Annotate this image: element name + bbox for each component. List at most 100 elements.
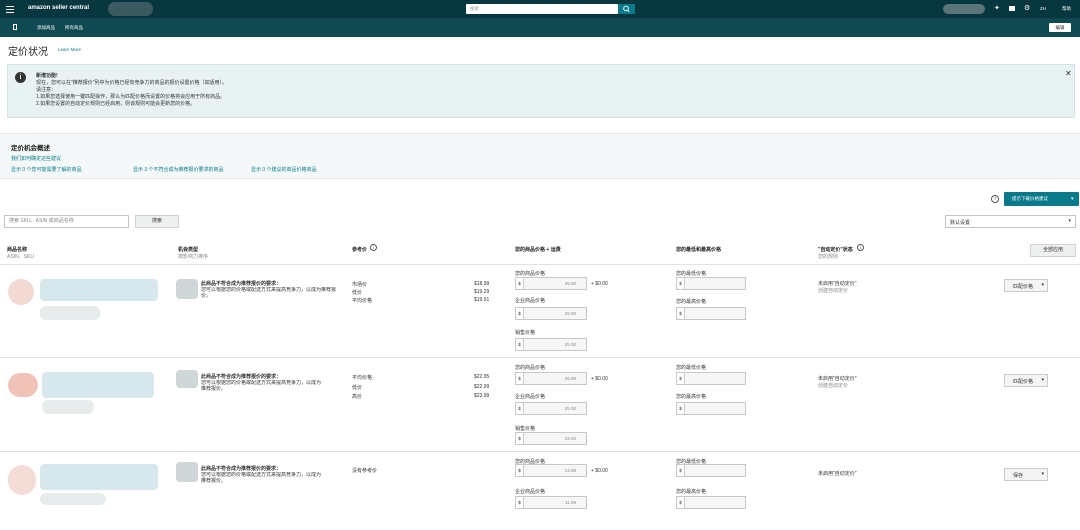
dollar-sign: $ [677, 497, 685, 508]
table-row: 此商品不符合成为推荐报价的要求： 您可以根据您的价格或配送方式来提高竞争力，以成… [0, 452, 1080, 530]
ref-label: 平均价格 [352, 375, 373, 381]
product-title-link[interactable] [42, 372, 154, 398]
product-image[interactable] [8, 279, 34, 305]
business-price-label: 企业商品价格 [515, 489, 546, 495]
business-price-input[interactable]: $25.00 [515, 307, 587, 320]
bookmark-icon[interactable] [13, 24, 17, 30]
price-input[interactable]: $14.99 [515, 464, 587, 477]
sale-price-value: 25.00 [564, 342, 576, 347]
action-select[interactable]: 匹配价格 ▾ [1004, 279, 1048, 292]
dollar-sign: $ [677, 278, 685, 289]
info-icon: i [15, 72, 26, 83]
max-price-label: 您的最高价格 [676, 489, 707, 495]
header-automate: "自动定价"状态 [818, 247, 853, 253]
header-min-max: 您的最低和最高价格 [676, 247, 722, 253]
notice-line: 1.如果您选择使用一键匹配操作，那么为匹配价格而设置的价格将会应用于所有商品。 [36, 94, 226, 100]
automate-status: 未启用"自动定价" [818, 376, 857, 382]
table-header: 商品名称 ASIN、SKU 机会类型 按影响力排序 参考价 i 您的商品价格 +… [0, 238, 1080, 264]
sale-price-label: 销售价格 [515, 330, 536, 336]
max-price-input[interactable]: $ [676, 496, 746, 509]
product-image[interactable] [8, 465, 36, 495]
learn-more-link[interactable]: Learn More [58, 47, 81, 52]
ref-label: 没有参考价 [352, 468, 378, 474]
shipping-text: + $0.00 [591, 468, 608, 474]
help-icon[interactable]: i [991, 195, 999, 203]
sale-price-label: 销售价格 [515, 426, 536, 432]
notice-line: 现在，您可以在"推荐报价"列中为价格已经有竞争力的商品的报价设置价格（如适用）。 [36, 80, 228, 86]
max-price-input[interactable]: $ [676, 307, 746, 320]
table-row: 此商品不符合成为推荐报价的要求： 您可以根据您的价格或配送方式来提高竞争力，以成… [0, 265, 1080, 357]
dollar-sign: $ [516, 465, 524, 476]
subnav-item-all[interactable]: 所有商品 [65, 25, 83, 31]
min-price-input[interactable]: $ [676, 372, 746, 385]
store-selector[interactable] [108, 2, 153, 16]
sub-nav: 添加商品 所有商品 编辑 [0, 18, 1080, 37]
ref-value: $18.99 [474, 281, 490, 287]
download-button[interactable]: 提示下载价格建议 ▾ [1004, 192, 1079, 206]
account-avatar[interactable] [943, 4, 985, 14]
max-price-input[interactable]: $ [676, 402, 746, 415]
action-select[interactable]: 匹配价格 ▾ [1004, 374, 1048, 387]
apply-all-button[interactable]: 全部应用 [1030, 244, 1076, 257]
product-title-link[interactable] [40, 464, 158, 490]
min-price-label: 您的最低价格 [676, 365, 707, 371]
automate-status: 未启用"自动定价" [818, 471, 857, 477]
subnav-item-add[interactable]: 添加商品 [37, 25, 55, 31]
opportunity-desc: 您可以根据您的价格或配送方式来提高竞争力，以成为推荐报价。 [201, 472, 321, 484]
filter-link[interactable]: 显示 3 个不符合成为推荐报价要求的商品 [133, 166, 224, 173]
dollar-sign: $ [516, 308, 524, 319]
ref-label: 市场价 [352, 282, 368, 288]
chevron-down-icon: ▾ [1071, 196, 1074, 202]
min-price-input[interactable]: $ [676, 277, 746, 290]
header-your-price: 您的商品价格 + 运费 [515, 247, 561, 253]
price-value: 14.99 [564, 468, 576, 473]
sale-price-input[interactable]: $25.00 [515, 338, 587, 351]
table-row: 此商品不符合成为推荐报价的要求： 您可以根据您的价格或配送方式来提高竞争力，以成… [0, 358, 1080, 451]
business-price-input[interactable]: $25.00 [515, 402, 587, 415]
table-search-input[interactable]: 搜索 SKU、ASIN 或商品名称 [4, 215, 129, 228]
ref-label: 低价 [352, 290, 363, 296]
price-input[interactable]: $25.99 [515, 372, 587, 385]
action-select-value: 匹配价格 [1013, 284, 1034, 290]
min-price-input[interactable]: $ [676, 464, 746, 477]
ref-label: 低价 [352, 385, 363, 391]
help-link[interactable]: 帮助 [1062, 6, 1071, 12]
sale-price-input[interactable]: $23.00 [515, 432, 587, 445]
filter-link[interactable]: 显示 0 个建议的商品价格商品 [251, 166, 317, 173]
business-price-label: 企业商品价格 [515, 394, 546, 400]
product-title-link[interactable] [40, 279, 158, 301]
edit-nav-button[interactable]: 编辑 [1049, 23, 1071, 32]
close-icon[interactable]: ✕ [1065, 70, 1072, 78]
brand-logo[interactable]: amazon seller central [28, 5, 89, 11]
create-rule-link[interactable]: 创建自动定价 [818, 287, 848, 294]
mail-icon[interactable] [1009, 6, 1015, 11]
filter-link[interactable]: 显示 0 个您可能需要了解的商品 [11, 166, 82, 173]
dollar-sign: $ [677, 308, 685, 319]
overview-help-link[interactable]: 我们如何确定这些建议 [11, 155, 61, 162]
info-icon[interactable]: i [857, 244, 864, 251]
chevron-down-icon: ▾ [1041, 471, 1044, 477]
action-select-value: 匹配价格 [1013, 379, 1034, 385]
dollar-sign: $ [677, 465, 685, 476]
action-select[interactable]: 保存 ▾ [1004, 468, 1048, 481]
price-input[interactable]: $35.00 [515, 277, 587, 290]
product-image[interactable] [8, 373, 38, 397]
search-button[interactable]: 搜索 [135, 215, 179, 228]
opportunity-text [176, 462, 198, 482]
language-selector[interactable]: ZH [1040, 6, 1046, 11]
dollar-sign: $ [516, 278, 524, 289]
menu-icon[interactable] [6, 5, 14, 13]
sort-select-value: 默认设置 [950, 220, 971, 226]
gear-icon[interactable]: ⚙ [1024, 4, 1030, 13]
search-icon[interactable] [618, 4, 635, 14]
search-input[interactable]: 搜索 [466, 4, 618, 14]
business-price-value: 11.99 [565, 500, 576, 505]
sort-select[interactable]: 默认设置 ▾ [945, 215, 1076, 228]
bell-icon[interactable]: ✦ [994, 5, 1000, 13]
automate-status: 未启用"自动定价" [818, 281, 857, 287]
create-rule-link[interactable]: 创建自动定价 [818, 382, 848, 389]
sale-price-value: 23.00 [564, 436, 576, 441]
business-price-input[interactable]: $11.99 [515, 496, 587, 509]
info-icon[interactable]: i [370, 244, 377, 251]
dollar-sign: $ [677, 403, 685, 414]
